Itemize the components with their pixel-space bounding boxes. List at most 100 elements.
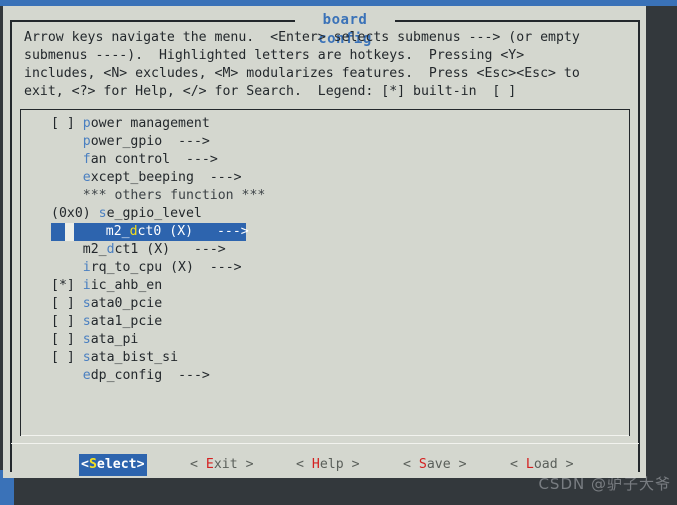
menu-item-prefix bbox=[51, 188, 83, 203]
menu-item-text: m2_dct1 (X) ---> bbox=[51, 242, 226, 257]
submenu-arrow: ---> bbox=[193, 260, 242, 275]
menu-list-panel[interactable]: [ ] power management power_gpio ---> fan… bbox=[20, 109, 630, 436]
menu-item-prelabel: m2_ bbox=[105, 224, 130, 239]
submenu-arrow: ---> bbox=[162, 134, 210, 149]
menu-item-label: ct0 (X) bbox=[137, 224, 194, 239]
menu-item[interactable]: [ ] power management bbox=[21, 115, 629, 133]
button-hotkey: S bbox=[418, 457, 427, 472]
button-label: oad > bbox=[533, 457, 574, 472]
menu-item[interactable]: except_beeping ---> bbox=[21, 169, 629, 187]
help-text-line: includes, <N> excludes, <M> modularizes … bbox=[24, 66, 580, 81]
menu-item-label: ic_ahb_en bbox=[90, 278, 163, 293]
button-bar-separator bbox=[11, 443, 639, 444]
menu-item-text: edp_config ---> bbox=[51, 368, 210, 383]
menu-item-text: m2_dct0 (X) ---> bbox=[51, 223, 249, 241]
submenu-arrow: ---> bbox=[162, 368, 210, 383]
desktop-background: board config Arrow keys navigate the men… bbox=[0, 0, 677, 505]
menu-item-label: e_gpio_level bbox=[106, 206, 202, 221]
menu-item-text: (0x0) se_gpio_level bbox=[51, 206, 202, 221]
button-hotkey: L bbox=[525, 457, 534, 472]
menu-item-hotkey: e bbox=[82, 170, 91, 185]
menu-item-hotkey: p bbox=[82, 134, 91, 149]
csdn-watermark: CSDN @驴子大爷 bbox=[538, 475, 671, 493]
button-bracket-left: < bbox=[190, 457, 206, 472]
menu-item-prefix: [ ] bbox=[51, 350, 83, 365]
menu-item-hotkey: i bbox=[82, 278, 91, 293]
menu-item-label: ata_bist_si bbox=[90, 350, 179, 365]
menu-item-prefix bbox=[74, 224, 106, 239]
menu-item-text: except_beeping ---> bbox=[51, 170, 242, 185]
exit-button[interactable]: < Exit > bbox=[189, 454, 255, 476]
menu-item-hotkey: e bbox=[82, 368, 91, 383]
menu-item-prelabel: m2_ bbox=[82, 242, 107, 257]
help-text-line: exit, <?> for Help, </> for Search. Lege… bbox=[24, 84, 517, 99]
menu-item-hotkey: s bbox=[82, 350, 91, 365]
menu-item-prefix bbox=[51, 260, 83, 275]
menu-item-label: ct1 (X) bbox=[114, 242, 171, 257]
menu-item-label: xcept_beeping bbox=[90, 170, 194, 185]
menu-item-prefix bbox=[51, 152, 83, 167]
menu-item-hotkey: s bbox=[82, 296, 91, 311]
menu-item[interactable]: edp_config ---> bbox=[21, 367, 629, 385]
button-hotkey: E bbox=[205, 457, 214, 472]
button-label: elp > bbox=[319, 457, 360, 472]
menu-item-hotkey: i bbox=[82, 260, 91, 275]
menu-item-hotkey: d bbox=[106, 242, 115, 257]
menu-item-text: fan control ---> bbox=[51, 152, 218, 167]
menu-item-prefix: [ ] bbox=[51, 332, 83, 347]
help-button[interactable]: < Help > bbox=[295, 454, 361, 476]
menu-item-label: ower management bbox=[90, 116, 210, 131]
menu-item[interactable]: *** others function *** bbox=[21, 187, 629, 205]
menu-item[interactable]: fan control ---> bbox=[21, 151, 629, 169]
submenu-arrow: ---> bbox=[193, 224, 249, 239]
menu-item-label: ata_pi bbox=[90, 332, 139, 347]
select-button[interactable]: <Select> bbox=[79, 454, 147, 476]
button-bracket-left: < bbox=[81, 457, 89, 472]
menu-item-prefix bbox=[51, 242, 83, 257]
menu-item-label: an control bbox=[90, 152, 171, 167]
menu-item-hotkey: s bbox=[82, 314, 91, 329]
menu-item[interactable]: [ ] sata1_pcie bbox=[21, 313, 629, 331]
menu-item[interactable]: [ ] sata_pi bbox=[21, 331, 629, 349]
menu-item-hotkey: f bbox=[82, 152, 91, 167]
menu-item-text: [ ] sata_bist_si bbox=[51, 350, 178, 365]
button-label: elect> bbox=[96, 457, 145, 472]
menu-item[interactable]: power_gpio ---> bbox=[21, 133, 629, 151]
menu-item-selected[interactable]: m2_dct0 (X) ---> bbox=[21, 223, 629, 241]
button-hotkey: S bbox=[88, 457, 97, 472]
menu-item-hotkey: d bbox=[129, 224, 138, 239]
menu-item[interactable]: [ ] sata_bist_si bbox=[21, 349, 629, 367]
menu-item-hotkey: p bbox=[82, 116, 91, 131]
menu-item-label: ata0_pcie bbox=[90, 296, 163, 311]
button-hotkey: H bbox=[311, 457, 320, 472]
menu-item-prefix bbox=[51, 134, 83, 149]
button-label: xit > bbox=[213, 457, 254, 472]
menu-list[interactable]: [ ] power management power_gpio ---> fan… bbox=[21, 115, 629, 385]
menu-item-text: power_gpio ---> bbox=[51, 134, 210, 149]
menu-item-prefix: (0x0) bbox=[51, 206, 99, 221]
button-bracket-left: < bbox=[403, 457, 419, 472]
menu-item-text: [*] iic_ahb_en bbox=[51, 278, 162, 293]
button-label: ave > bbox=[426, 457, 467, 472]
menu-item[interactable]: (0x0) se_gpio_level bbox=[21, 205, 629, 223]
menu-item-label: ata1_pcie bbox=[90, 314, 163, 329]
help-text-line: Arrow keys navigate the menu. <Enter> se… bbox=[24, 30, 580, 45]
help-text-block: Arrow keys navigate the menu. <Enter> se… bbox=[24, 29, 636, 101]
save-button[interactable]: < Save > bbox=[402, 454, 468, 476]
submenu-arrow: ---> bbox=[170, 152, 218, 167]
menu-item-prefix: [ ] bbox=[51, 296, 83, 311]
dialog-frame-top-left bbox=[10, 20, 295, 22]
submenu-arrow: ---> bbox=[193, 170, 242, 185]
submenu-arrow: ---> bbox=[170, 242, 226, 257]
menu-item[interactable]: irq_to_cpu (X) ---> bbox=[21, 259, 629, 277]
menu-item-hotkey: s bbox=[98, 206, 107, 221]
menu-item[interactable]: [ ] sata0_pcie bbox=[21, 295, 629, 313]
menu-item-label: rq_to_cpu (X) bbox=[90, 260, 194, 275]
menu-item-prefix bbox=[51, 170, 83, 185]
menu-item-text: [ ] sata1_pcie bbox=[51, 314, 162, 329]
menu-item[interactable]: m2_dct1 (X) ---> bbox=[21, 241, 629, 259]
menu-item-label: ower_gpio bbox=[90, 134, 163, 149]
menu-item-text: *** others function *** bbox=[51, 188, 266, 203]
menu-item-text: irq_to_cpu (X) ---> bbox=[51, 260, 242, 275]
menu-item[interactable]: [*] iic_ahb_en bbox=[21, 277, 629, 295]
